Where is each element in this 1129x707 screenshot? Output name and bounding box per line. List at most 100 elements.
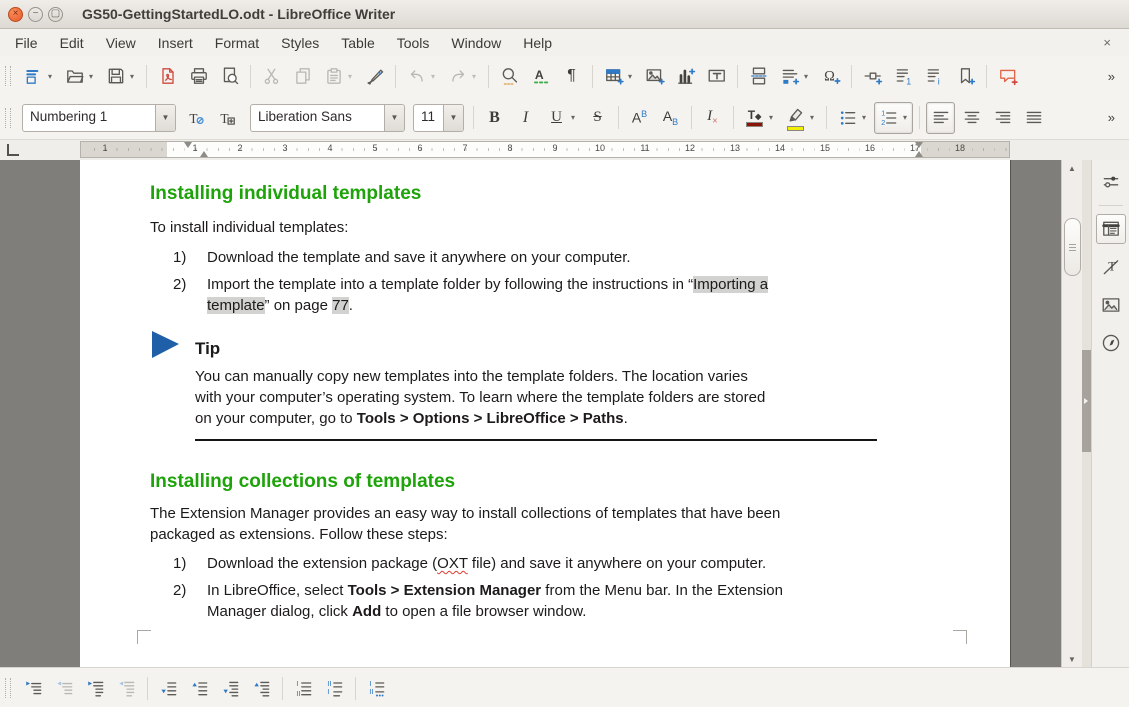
clone-formatting-button[interactable] [360, 60, 389, 92]
insert-endnote-button[interactable]: i [920, 60, 949, 92]
menu-window[interactable]: Window [440, 31, 512, 55]
align-right-button[interactable] [988, 102, 1017, 134]
sidebar-hide-handle[interactable] [1082, 160, 1091, 667]
demote-outline-level-button[interactable] [19, 672, 48, 704]
toolbar-overflow-button[interactable]: » [1104, 102, 1119, 134]
new-document-button[interactable]: ▾ [19, 60, 58, 92]
dropdown-caret-icon[interactable]: ▾ [767, 113, 775, 122]
formatting-marks-button[interactable]: ¶ [557, 60, 586, 92]
insert-image-button[interactable] [640, 60, 669, 92]
move-up-button[interactable] [185, 672, 214, 704]
scroll-down-arrow[interactable]: ▼ [1062, 652, 1082, 666]
toolbar-grip[interactable] [5, 66, 11, 86]
superscript-button[interactable]: AB [625, 102, 654, 134]
menu-tools[interactable]: Tools [386, 31, 441, 55]
subscript-button[interactable]: AB [656, 102, 685, 134]
insert-bookmark-button[interactable] [951, 60, 980, 92]
move-up-with-subpoints-button[interactable] [247, 672, 276, 704]
underline-button[interactable]: U▾ [542, 102, 581, 134]
align-left-button[interactable] [926, 102, 955, 134]
insert-textbox-button[interactable] [702, 60, 731, 92]
menu-file[interactable]: File [4, 31, 49, 55]
align-center-button[interactable] [957, 102, 986, 134]
redo-button[interactable]: ▾ [443, 60, 482, 92]
dropdown-caret-icon[interactable]: ▾ [626, 72, 634, 81]
menu-format[interactable]: Format [204, 31, 270, 55]
sidebar-deck-navigator[interactable] [1096, 328, 1126, 358]
dropdown-caret-icon[interactable]: ▾ [569, 113, 577, 122]
menu-view[interactable]: View [95, 31, 147, 55]
unordered-list-button[interactable]: ▾ [833, 102, 872, 134]
menu-help[interactable]: Help [512, 31, 563, 55]
sidebar-deck-sidebar-settings[interactable] [1096, 167, 1126, 197]
sidebar-deck-gallery[interactable] [1096, 290, 1126, 320]
paragraph-style-combobox[interactable]: Numbering 1 ▼ [22, 104, 176, 132]
open-button[interactable]: ▾ [60, 60, 99, 92]
dropdown-caret-icon[interactable]: ▾ [429, 72, 437, 81]
italic-button[interactable]: I [511, 102, 540, 134]
insert-comment-button[interactable] [993, 60, 1022, 92]
move-down-with-subpoints-button[interactable] [216, 672, 245, 704]
justify-button[interactable] [1019, 102, 1048, 134]
highlight-color-button[interactable]: ▾ [781, 102, 820, 134]
font-name-combobox[interactable]: Liberation Sans ▼ [250, 104, 405, 132]
dropdown-caret-icon[interactable]: ▾ [860, 113, 868, 122]
scrollbar-thumb[interactable] [1064, 218, 1081, 276]
spelling-button[interactable]: A [526, 60, 555, 92]
cut-button[interactable] [257, 60, 286, 92]
left-indent-marker[interactable] [200, 147, 208, 157]
strikethrough-button[interactable]: S [583, 102, 612, 134]
window-minimize-button[interactable]: − [28, 7, 43, 22]
add-to-list-button[interactable]: III [362, 672, 391, 704]
insert-chart-button[interactable] [671, 60, 700, 92]
find-replace-button[interactable] [495, 60, 524, 92]
page-break-button[interactable] [744, 60, 773, 92]
print-button[interactable] [184, 60, 213, 92]
clear-formatting-button[interactable]: I× [698, 102, 727, 134]
update-style-button[interactable]: T [181, 102, 210, 134]
promote-with-subpoints-button[interactable] [112, 672, 141, 704]
ordered-list-button[interactable]: 12▾ [874, 102, 913, 134]
restart-numbering-button[interactable]: III [320, 672, 349, 704]
export-pdf-button[interactable] [153, 60, 182, 92]
menu-insert[interactable]: Insert [147, 31, 204, 55]
print-preview-button[interactable] [215, 60, 244, 92]
demote-with-subpoints-button[interactable] [81, 672, 110, 704]
dropdown-caret-icon[interactable]: ▾ [901, 113, 909, 122]
menu-table[interactable]: Table [330, 31, 385, 55]
vertical-scrollbar[interactable]: ▲ ▼ [1061, 160, 1082, 667]
document-page[interactable]: Installing individual templates To insta… [80, 160, 1010, 667]
sidebar-deck-styles[interactable]: T [1096, 252, 1126, 282]
window-maximize-button[interactable]: ▢ [48, 7, 63, 22]
insert-table-button[interactable]: ▾ [599, 60, 638, 92]
toolbar-grip[interactable] [5, 108, 11, 128]
insert-field-button[interactable]: ▾ [775, 60, 814, 92]
chevron-down-icon[interactable]: ▼ [443, 105, 463, 131]
right-indent-marker[interactable] [915, 147, 923, 157]
new-style-button[interactable]: T [212, 102, 241, 134]
copy-button[interactable] [288, 60, 317, 92]
dropdown-caret-icon[interactable]: ▾ [470, 72, 478, 81]
dropdown-caret-icon[interactable]: ▾ [802, 72, 810, 81]
font-color-button[interactable]: T◆▾ [740, 102, 779, 134]
dropdown-caret-icon[interactable]: ▾ [128, 72, 136, 81]
dropdown-caret-icon[interactable]: ▾ [46, 72, 54, 81]
chevron-down-icon[interactable]: ▼ [155, 105, 175, 131]
menu-styles[interactable]: Styles [270, 31, 330, 55]
toolbar-grip[interactable] [5, 678, 11, 698]
special-character-button[interactable]: Ω [816, 60, 845, 92]
insert-cross-reference-button[interactable] [858, 60, 887, 92]
window-close-button[interactable]: × [8, 7, 23, 22]
menu-edit[interactable]: Edit [49, 31, 95, 55]
promote-outline-level-button[interactable] [50, 672, 79, 704]
close-document-button[interactable]: × [1099, 33, 1115, 52]
bold-button[interactable]: B [480, 102, 509, 134]
tab-stop-selector[interactable] [7, 144, 19, 156]
font-size-combobox[interactable]: 11 ▼ [413, 104, 464, 132]
dropdown-caret-icon[interactable]: ▾ [87, 72, 95, 81]
first-line-indent-marker[interactable] [184, 142, 192, 152]
scroll-up-arrow[interactable]: ▲ [1062, 161, 1082, 175]
dropdown-caret-icon[interactable]: ▾ [808, 113, 816, 122]
horizontal-ruler[interactable]: 1123456789101112131415161718 [80, 141, 1010, 158]
undo-button[interactable]: ▾ [402, 60, 441, 92]
